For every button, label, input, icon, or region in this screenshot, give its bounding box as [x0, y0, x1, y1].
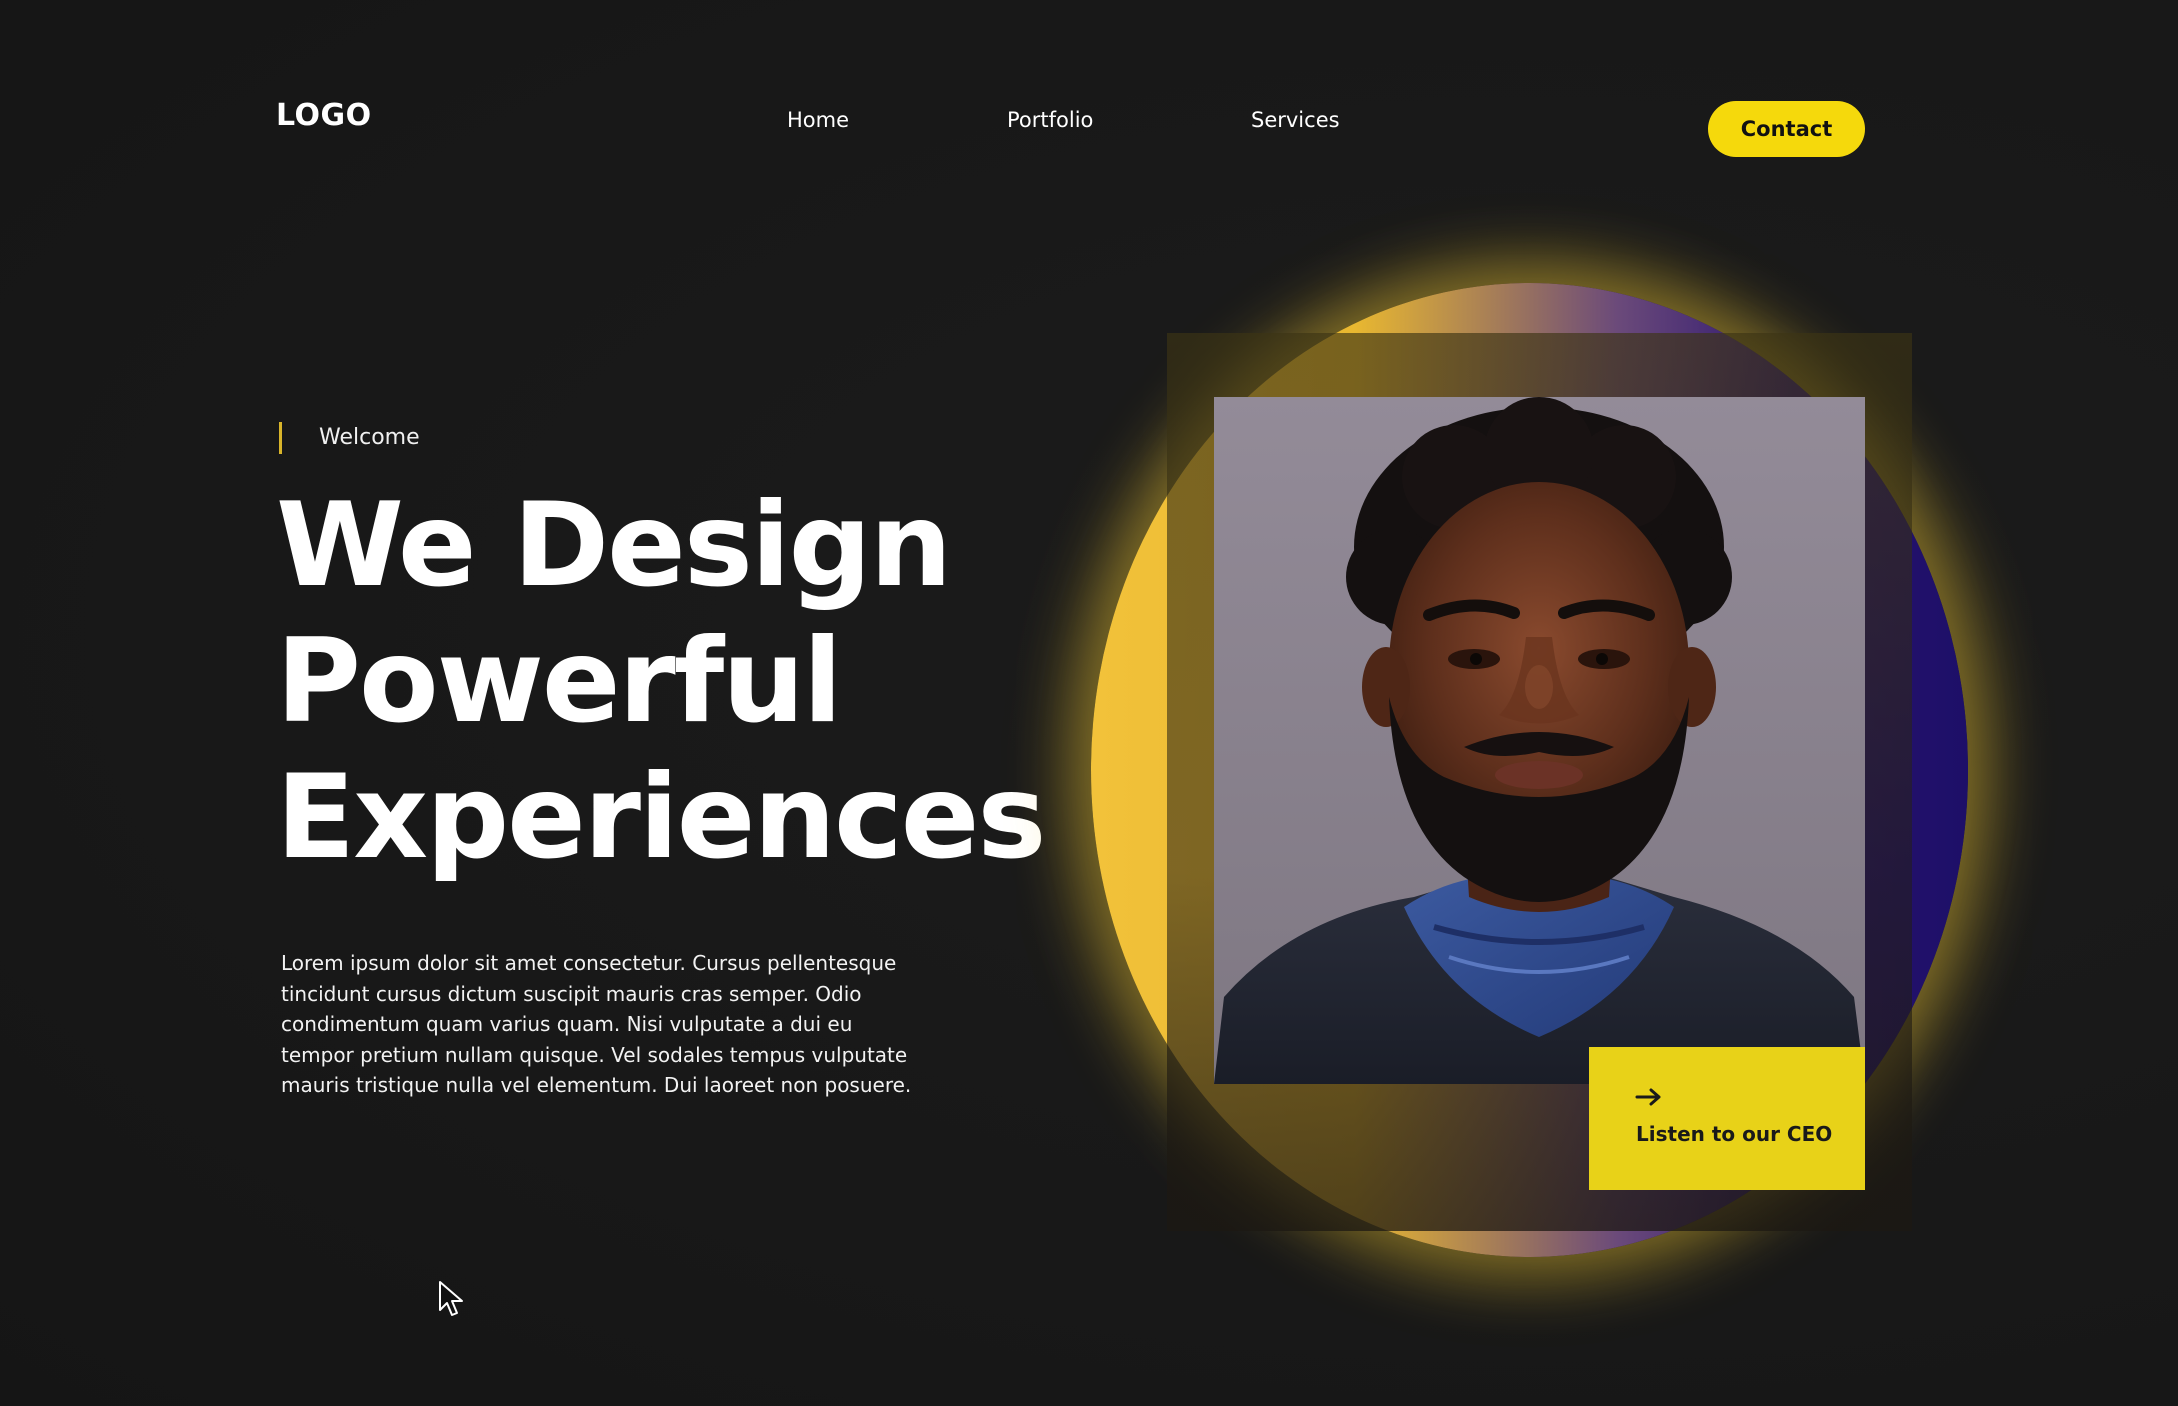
- headline-line-3: Experiences: [276, 750, 1046, 885]
- hero-description: Lorem ipsum dolor sit amet consectetur. …: [281, 951, 912, 1097]
- nav-link-portfolio[interactable]: Portfolio: [1007, 108, 1093, 132]
- nav-link-home[interactable]: Home: [787, 108, 849, 132]
- welcome-accent-bar: [279, 422, 282, 454]
- contact-button[interactable]: Contact: [1708, 101, 1865, 157]
- ceo-portrait: [1214, 397, 1865, 1084]
- welcome-eyebrow: Welcome: [319, 425, 420, 450]
- mouse-pointer-icon: [439, 1281, 463, 1316]
- listen-to-ceo-card[interactable]: Listen to our CEO: [1589, 1047, 1865, 1190]
- listen-to-ceo-label: Listen to our CEO: [1636, 1122, 1833, 1146]
- hero-headline: We Design Powerful Experiences: [276, 478, 1046, 886]
- headline-line-1: We Design: [276, 478, 952, 613]
- page-background: LOGO Home Portfolio Services Contact Wel…: [0, 0, 2178, 1406]
- headline-line-2: Powerful: [276, 614, 843, 749]
- nav-link-services[interactable]: Services: [1251, 108, 1340, 132]
- arrow-right-icon: [1635, 1088, 1661, 1106]
- logo[interactable]: LOGO: [276, 98, 372, 133]
